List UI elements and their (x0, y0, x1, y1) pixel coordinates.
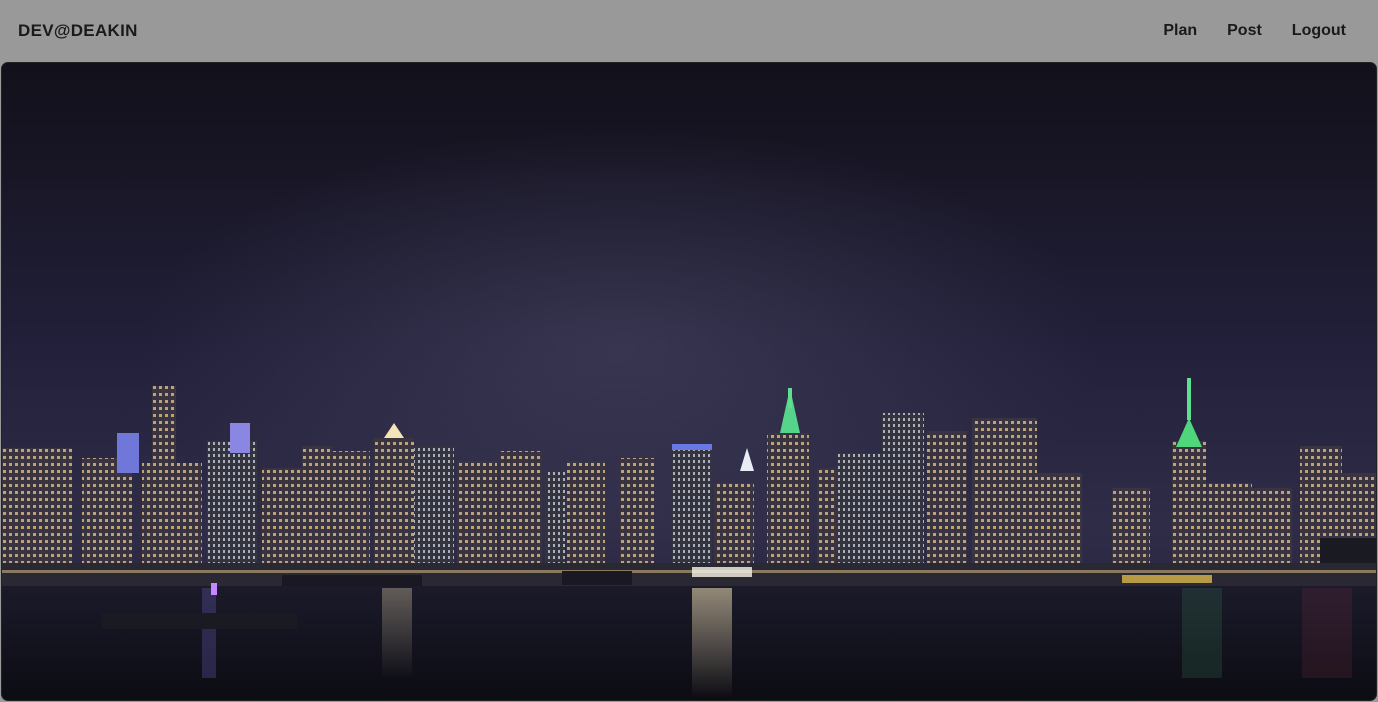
nav-links: Plan Post Logout (1163, 22, 1346, 40)
brand-logo[interactable]: DEV@DEAKIN (18, 21, 138, 41)
city-skyline-image (2, 63, 1376, 700)
nav-link-logout[interactable]: Logout (1292, 22, 1346, 40)
hero-image (2, 63, 1376, 700)
nav-link-post[interactable]: Post (1227, 22, 1262, 40)
top-navbar: DEV@DEAKIN Plan Post Logout (0, 0, 1378, 62)
nav-link-plan[interactable]: Plan (1163, 22, 1197, 40)
